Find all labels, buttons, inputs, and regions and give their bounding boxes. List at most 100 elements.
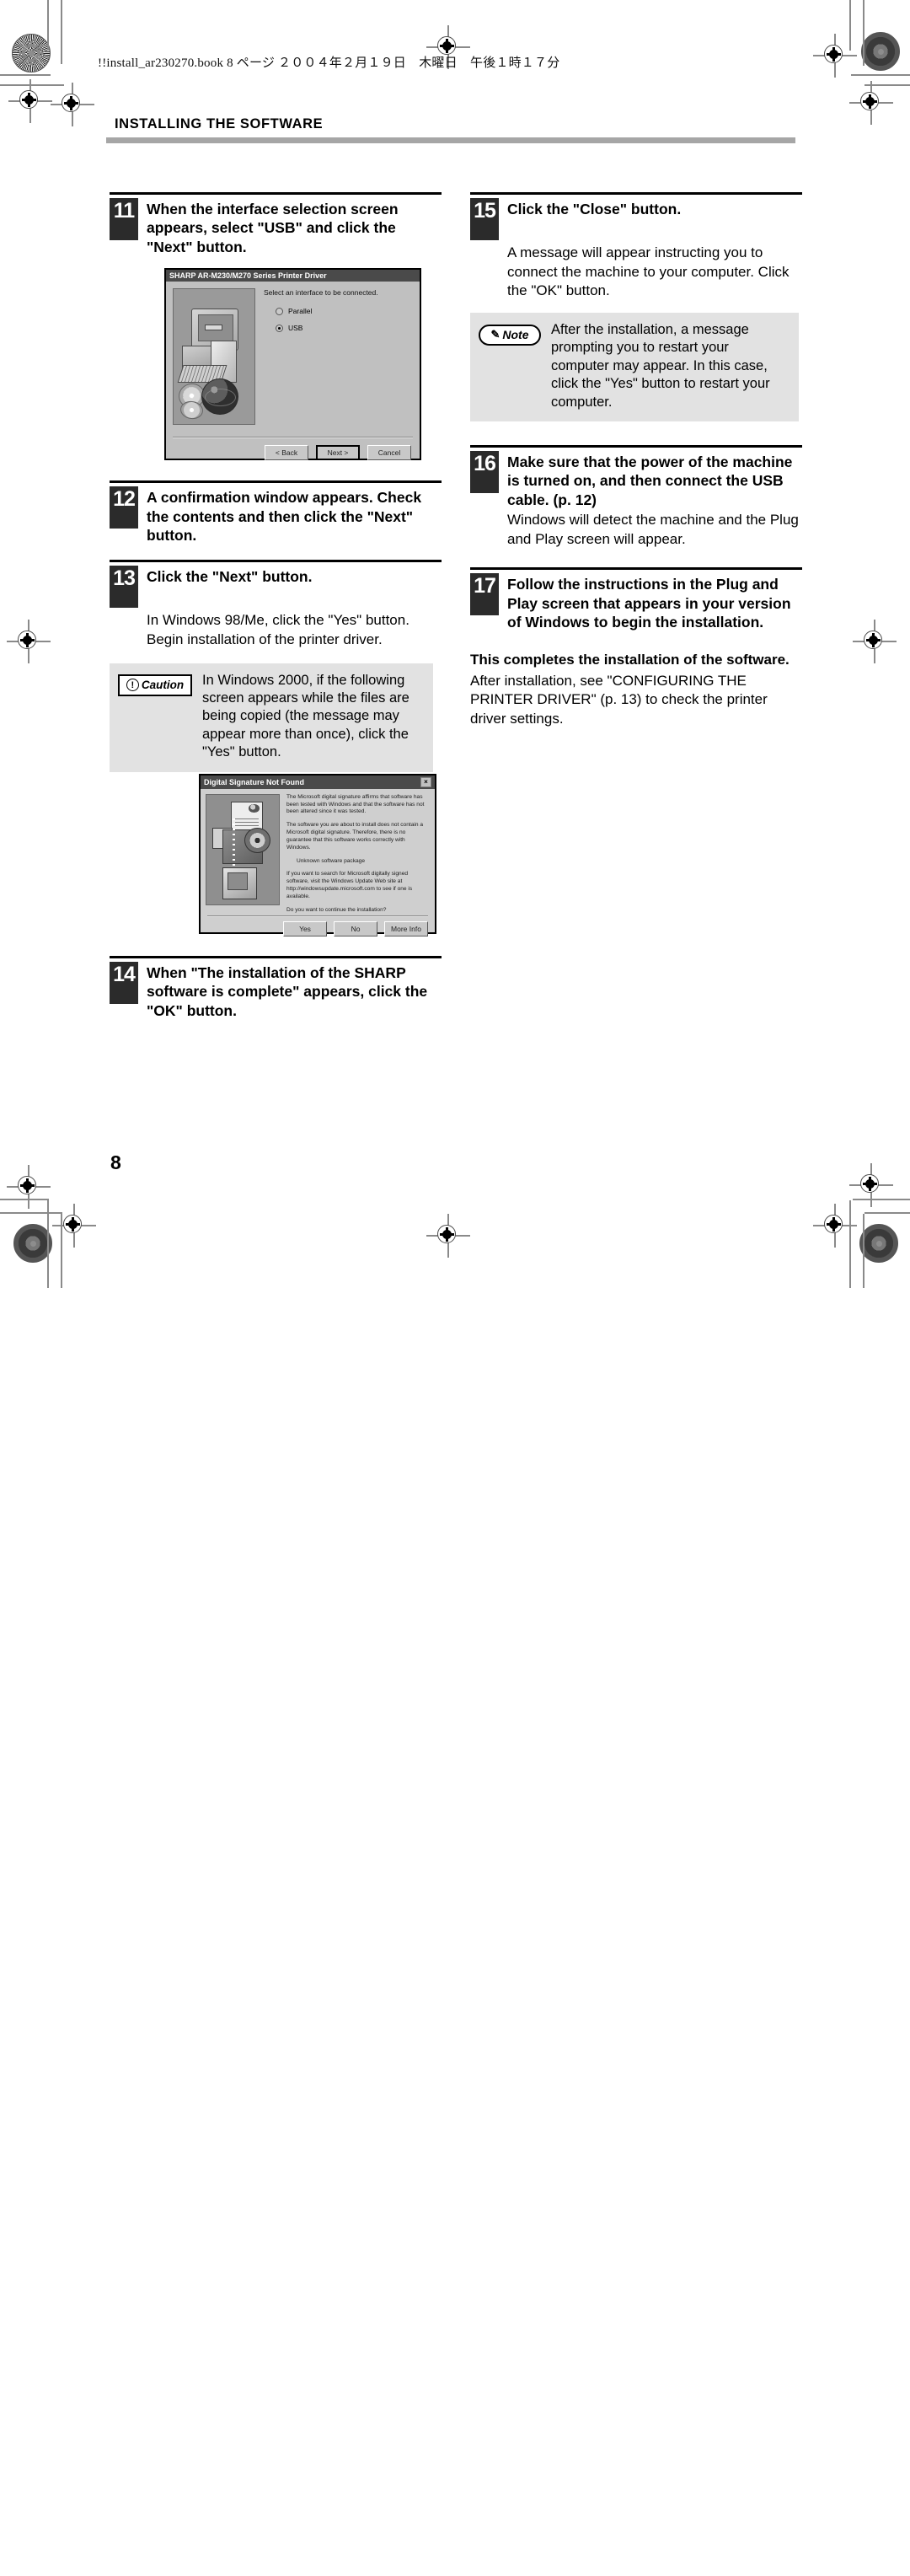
pencil-icon: ✎ xyxy=(490,328,500,341)
cancel-button[interactable]: Cancel xyxy=(367,445,411,461)
back-button[interactable]: < Back xyxy=(265,445,308,461)
registration-cross-right-middle xyxy=(853,620,897,663)
dialog-body: The Microsoft digital signature affirms … xyxy=(201,789,435,915)
signature-paragraph-1: The Microsoft digital signature affirms … xyxy=(286,793,425,815)
signature-question: Do you want to continue the installation… xyxy=(286,906,387,913)
step-number: 12 xyxy=(110,486,138,529)
step-17: 17 Follow the instructions in the Plug a… xyxy=(470,567,802,631)
dialog-content: The Microsoft digital signature affirms … xyxy=(280,793,430,913)
step-number: 15 xyxy=(470,198,499,240)
closing-title: This completes the installation of the s… xyxy=(470,651,790,668)
step-title: When the interface selection screen appe… xyxy=(147,201,399,255)
registration-cross-top-left xyxy=(8,79,52,123)
radio-option-usb[interactable]: USB xyxy=(276,324,413,332)
page-number: 8 xyxy=(110,1151,121,1173)
step-number: 14 xyxy=(110,961,138,1004)
caution-label: Caution xyxy=(141,679,185,692)
signature-package-name: Unknown software package xyxy=(297,857,366,864)
step-body: A message will appear instructing you to… xyxy=(507,244,790,299)
step-rule xyxy=(110,480,442,484)
trim-line xyxy=(853,1199,910,1200)
step-rule xyxy=(110,192,442,195)
trim-line xyxy=(863,0,864,66)
note-label: Note xyxy=(502,328,529,342)
step-title: When "The installation of the SHARP soft… xyxy=(147,963,428,1019)
star-target-bottom-right xyxy=(859,1224,898,1263)
step-13: 13 Click the "Next" button. In Windows 9… xyxy=(110,560,442,649)
trim-line xyxy=(864,84,910,86)
step-rule xyxy=(110,955,442,958)
note-badge: ✎ Note xyxy=(479,324,541,346)
step-title: Make sure that the power of the machine … xyxy=(507,453,793,508)
page-title: INSTALLING THE SOFTWARE xyxy=(115,116,324,131)
trim-line xyxy=(851,74,910,76)
closing-body: After installation, see "CONFIGURING THE… xyxy=(470,672,768,727)
step-title: Follow the instructions in the Plug and … xyxy=(507,576,791,631)
radio-icon-selected[interactable] xyxy=(276,324,283,332)
star-target-top-right xyxy=(861,32,900,71)
trim-line xyxy=(0,1199,49,1200)
step-rule xyxy=(470,445,802,448)
title-rule xyxy=(106,137,795,143)
printer-setup-illustration xyxy=(173,288,255,426)
closing-section: This completes the installation of the s… xyxy=(470,651,802,729)
radio-icon[interactable] xyxy=(276,307,283,315)
interface-selection-dialog: SHARP AR-M230/M270 Series Printer Driver… xyxy=(164,268,421,461)
step-title: Click the "Next" button. xyxy=(147,568,313,586)
radio-option-parallel[interactable]: Parallel xyxy=(276,307,413,315)
dialog-body: Select an interface to be connected. Par… xyxy=(166,282,420,437)
step-14: 14 When "The installation of the SHARP s… xyxy=(110,955,442,1020)
dialog-title-bar: Digital Signature Not Found × xyxy=(201,775,435,789)
step-rule xyxy=(110,560,442,563)
step-15: 15 Click the "Close" button. A message w… xyxy=(470,192,802,301)
trim-line xyxy=(0,1212,62,1214)
step-number: 17 xyxy=(470,573,499,616)
trim-line xyxy=(61,0,62,64)
dialog-title-text: SHARP AR-M230/M270 Series Printer Driver xyxy=(169,271,327,281)
signature-paragraph-3: If you want to search for Microsoft digi… xyxy=(286,871,413,899)
trim-line xyxy=(61,1214,62,1288)
trim-line xyxy=(849,0,851,51)
registration-cross-bottom-middle xyxy=(426,1214,470,1258)
left-column: 11 When the interface selection screen a… xyxy=(110,192,442,1020)
step-body: Windows will detect the machine and the … xyxy=(507,512,799,547)
trim-line xyxy=(864,1212,910,1214)
file-stamp: !!install_ar230270.book 8 ページ ２００４年２月１９日… xyxy=(98,56,560,70)
registration-cross-top-left-inner xyxy=(51,83,94,126)
step-title: A confirmation window appears. Check the… xyxy=(147,489,422,544)
dialog-button-row: < Back Next > Cancel xyxy=(166,438,420,468)
note-box: ✎ Note After the installation, a message… xyxy=(470,312,799,422)
trim-line xyxy=(47,1200,49,1288)
registration-cross-bottom-left xyxy=(7,1165,51,1209)
dialog-title-text: Digital Signature Not Found xyxy=(204,777,304,786)
close-icon[interactable]: × xyxy=(420,776,431,787)
step-11: 11 When the interface selection screen a… xyxy=(110,192,442,256)
radio-label: USB xyxy=(288,324,303,333)
digital-signature-dialog: Digital Signature Not Found × The Micros… xyxy=(199,773,436,936)
dialog-title-bar: SHARP AR-M230/M270 Series Printer Driver xyxy=(166,270,420,282)
yes-button[interactable]: Yes xyxy=(283,920,327,936)
no-button[interactable]: No xyxy=(334,920,377,936)
step-body: In Windows 98/Me, click the "Yes" button… xyxy=(147,612,410,647)
caution-box: ! Caution In Windows 2000, if the follow… xyxy=(110,663,433,772)
dialog-content: Select an interface to be connected. Par… xyxy=(255,288,413,430)
trim-line xyxy=(47,0,49,51)
radio-label: Parallel xyxy=(288,307,313,316)
registration-cross-bottom-left-inner xyxy=(52,1204,96,1248)
more-info-button[interactable]: More Info xyxy=(384,920,428,936)
trim-line xyxy=(849,1200,851,1288)
trim-line xyxy=(863,1214,864,1288)
interface-prompt: Select an interface to be connected. xyxy=(264,288,378,298)
step-number: 16 xyxy=(470,451,499,494)
step-title: Click the "Close" button. xyxy=(507,201,682,217)
step-rule xyxy=(470,192,802,195)
next-button[interactable]: Next > xyxy=(316,445,360,461)
step-12: 12 A confirmation window appears. Check … xyxy=(110,480,442,545)
caution-text: In Windows 2000, if the following screen… xyxy=(202,672,410,760)
digital-signature-illustration xyxy=(206,793,280,905)
registration-cross-left-middle xyxy=(7,620,51,663)
step-number: 13 xyxy=(110,566,138,609)
exclamation-icon: ! xyxy=(126,679,139,692)
dialog-button-row: Yes No More Info xyxy=(201,917,435,942)
trim-line xyxy=(0,74,51,76)
